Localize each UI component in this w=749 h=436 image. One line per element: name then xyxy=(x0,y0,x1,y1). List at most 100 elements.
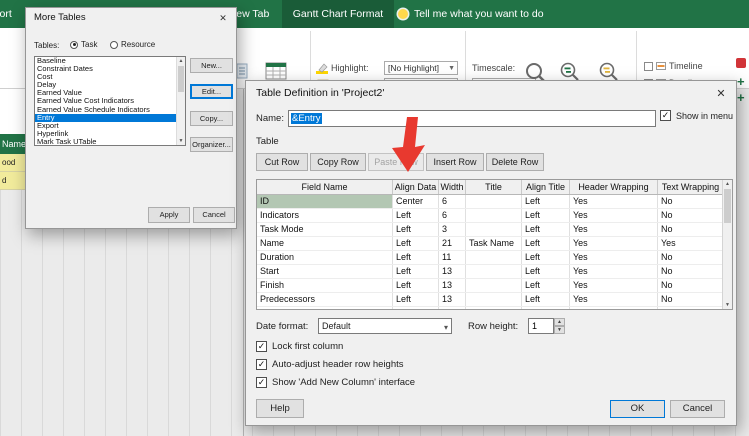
grid-cell[interactable]: Left xyxy=(522,293,570,306)
show-in-menu-checkbox[interactable]: ✓ Show in menu xyxy=(660,110,733,121)
date-format-dropdown[interactable]: Default ▾ xyxy=(318,318,452,334)
scroll-down-icon[interactable]: ▼ xyxy=(177,137,185,145)
grid-cell[interactable]: Left xyxy=(393,293,439,306)
grid-cell[interactable]: Yes xyxy=(570,251,658,264)
table-list-item[interactable]: Baseline xyxy=(35,57,185,65)
grid-column-header[interactable]: Header Wrapping xyxy=(570,180,658,194)
grid-cell[interactable]: Left xyxy=(522,195,570,208)
grid-cell[interactable]: No xyxy=(658,209,724,222)
grid-cell[interactable]: Left xyxy=(393,251,439,264)
grid-cell[interactable]: Start xyxy=(257,265,393,278)
grid-cell[interactable]: No xyxy=(658,251,724,264)
table-list-item[interactable]: Hyperlink xyxy=(35,130,185,138)
task-cell[interactable]: d xyxy=(0,172,27,190)
apply-button[interactable]: Apply xyxy=(148,207,190,223)
grid-cell[interactable]: Left xyxy=(393,279,439,292)
table-list-item[interactable]: Earned Value xyxy=(35,89,185,97)
grid-column-header[interactable]: Width xyxy=(439,180,466,194)
grid-cell[interactable]: 13 xyxy=(439,265,466,278)
table-list-item[interactable]: Delay xyxy=(35,81,185,89)
table-list-item[interactable]: Entry xyxy=(35,114,185,122)
table-list-item[interactable]: Export xyxy=(35,122,185,130)
scroll-up-icon[interactable]: ▲ xyxy=(723,180,732,188)
grid-cell[interactable]: Yes xyxy=(658,237,724,250)
table-list-item[interactable]: Mark Task UTable xyxy=(35,138,185,146)
grid-cell[interactable]: No xyxy=(658,279,724,292)
grid-column-header[interactable]: Align Data xyxy=(393,180,439,194)
grid-cell[interactable]: 13 xyxy=(439,293,466,306)
cut-row-button[interactable]: Cut Row xyxy=(256,153,308,171)
table-list-item[interactable]: Earned Value Cost Indicators xyxy=(35,97,185,105)
grid-cell[interactable]: 3 xyxy=(439,223,466,236)
cancel-button[interactable]: Cancel xyxy=(193,207,235,223)
spin-up-icon[interactable]: ▲ xyxy=(554,318,565,326)
grid-cell[interactable]: Duration xyxy=(257,251,393,264)
highlight-dropdown[interactable]: [No Highlight]▼ xyxy=(384,61,458,75)
grid-cell[interactable]: Left xyxy=(522,279,570,292)
grid-cell[interactable]: No xyxy=(658,265,724,278)
grid-cell[interactable]: Finish xyxy=(257,279,393,292)
edit-button[interactable]: Edit... xyxy=(190,84,233,99)
new-button[interactable]: New... xyxy=(190,58,233,73)
grid-cell[interactable]: Left xyxy=(393,307,439,310)
table-list-item[interactable]: Constraint Dates xyxy=(35,65,185,73)
scroll-thumb[interactable] xyxy=(178,66,184,92)
grid-cell[interactable]: Predecessors xyxy=(257,293,393,306)
grid-cell[interactable]: Left xyxy=(393,265,439,278)
organizer-button[interactable]: Organizer... xyxy=(190,137,233,152)
spin-down-icon[interactable]: ▼ xyxy=(554,326,565,334)
name-column-header[interactable]: Name xyxy=(0,134,27,154)
ok-button[interactable]: OK xyxy=(610,400,665,418)
lock-first-column-checkbox[interactable]: ✓ Lock first column xyxy=(256,341,343,352)
tab-gantt-chart-format[interactable]: Gantt Chart Format xyxy=(282,0,394,28)
copy-row-button[interactable]: Copy Row xyxy=(310,153,366,171)
task-cell[interactable]: ood xyxy=(0,154,27,172)
grid-cell[interactable]: 11 xyxy=(439,251,466,264)
grid-cell[interactable] xyxy=(466,223,522,236)
delete-row-button[interactable]: Delete Row xyxy=(486,153,544,171)
grid-cell[interactable] xyxy=(466,209,522,222)
grid-cell[interactable]: Yes xyxy=(570,209,658,222)
grid-cell[interactable]: Name xyxy=(257,237,393,250)
grid-cell[interactable]: No xyxy=(658,307,724,310)
insert-row-button[interactable]: Insert Row xyxy=(426,153,484,171)
grid-cell[interactable]: Left xyxy=(522,237,570,250)
table-name-input[interactable]: &Entry xyxy=(288,110,656,127)
help-button[interactable]: Help xyxy=(256,399,304,418)
grid-column-header[interactable]: Text Wrapping xyxy=(658,180,724,194)
tables-list-scrollbar[interactable]: ▲ ▼ xyxy=(176,57,185,145)
pane-divider[interactable] xyxy=(243,88,244,436)
grid-cell[interactable] xyxy=(466,293,522,306)
grid-column-header[interactable]: Align Title xyxy=(522,180,570,194)
grid-cell[interactable]: Left xyxy=(522,223,570,236)
tables-listbox[interactable]: BaselineConstraint DatesCostDelayEarned … xyxy=(34,56,186,146)
add-icon[interactable]: + xyxy=(737,92,745,104)
scroll-up-icon[interactable]: ▲ xyxy=(177,57,185,65)
grid-cell[interactable] xyxy=(466,195,522,208)
grid-cell[interactable]: ID xyxy=(257,195,393,208)
grid-cell[interactable]: Indicators xyxy=(257,209,393,222)
table-list-item[interactable]: Cost xyxy=(35,73,185,81)
close-icon[interactable]: ✕ xyxy=(210,8,236,28)
resource-radio[interactable]: Resource xyxy=(110,40,155,49)
grid-cell[interactable]: Left xyxy=(522,209,570,222)
grid-cell[interactable]: 6 xyxy=(439,209,466,222)
grid-cell[interactable]: Left xyxy=(522,265,570,278)
grid-column-header[interactable]: Title xyxy=(466,180,522,194)
grid-cell[interactable]: Yes xyxy=(570,307,658,310)
grid-cell[interactable]: Left xyxy=(393,223,439,236)
grid-cell[interactable]: Yes xyxy=(570,279,658,292)
show-add-new-column-checkbox[interactable]: ✓ Show 'Add New Column' interface xyxy=(256,377,415,388)
grid-cell[interactable]: No xyxy=(658,195,724,208)
grid-cell[interactable]: Task Mode xyxy=(257,223,393,236)
grid-cell[interactable]: Yes xyxy=(570,293,658,306)
grid-cell[interactable]: No xyxy=(658,223,724,236)
grid-cell[interactable]: Yes xyxy=(570,195,658,208)
task-radio[interactable]: Task xyxy=(70,40,97,49)
grid-cell[interactable]: No xyxy=(658,293,724,306)
grid-cell[interactable]: 17 xyxy=(439,307,466,310)
grid-cell[interactable]: Resource Names xyxy=(257,307,393,310)
grid-cell[interactable]: Left xyxy=(393,209,439,222)
grid-cell[interactable]: Yes xyxy=(570,223,658,236)
grid-cell[interactable]: Left xyxy=(393,237,439,250)
